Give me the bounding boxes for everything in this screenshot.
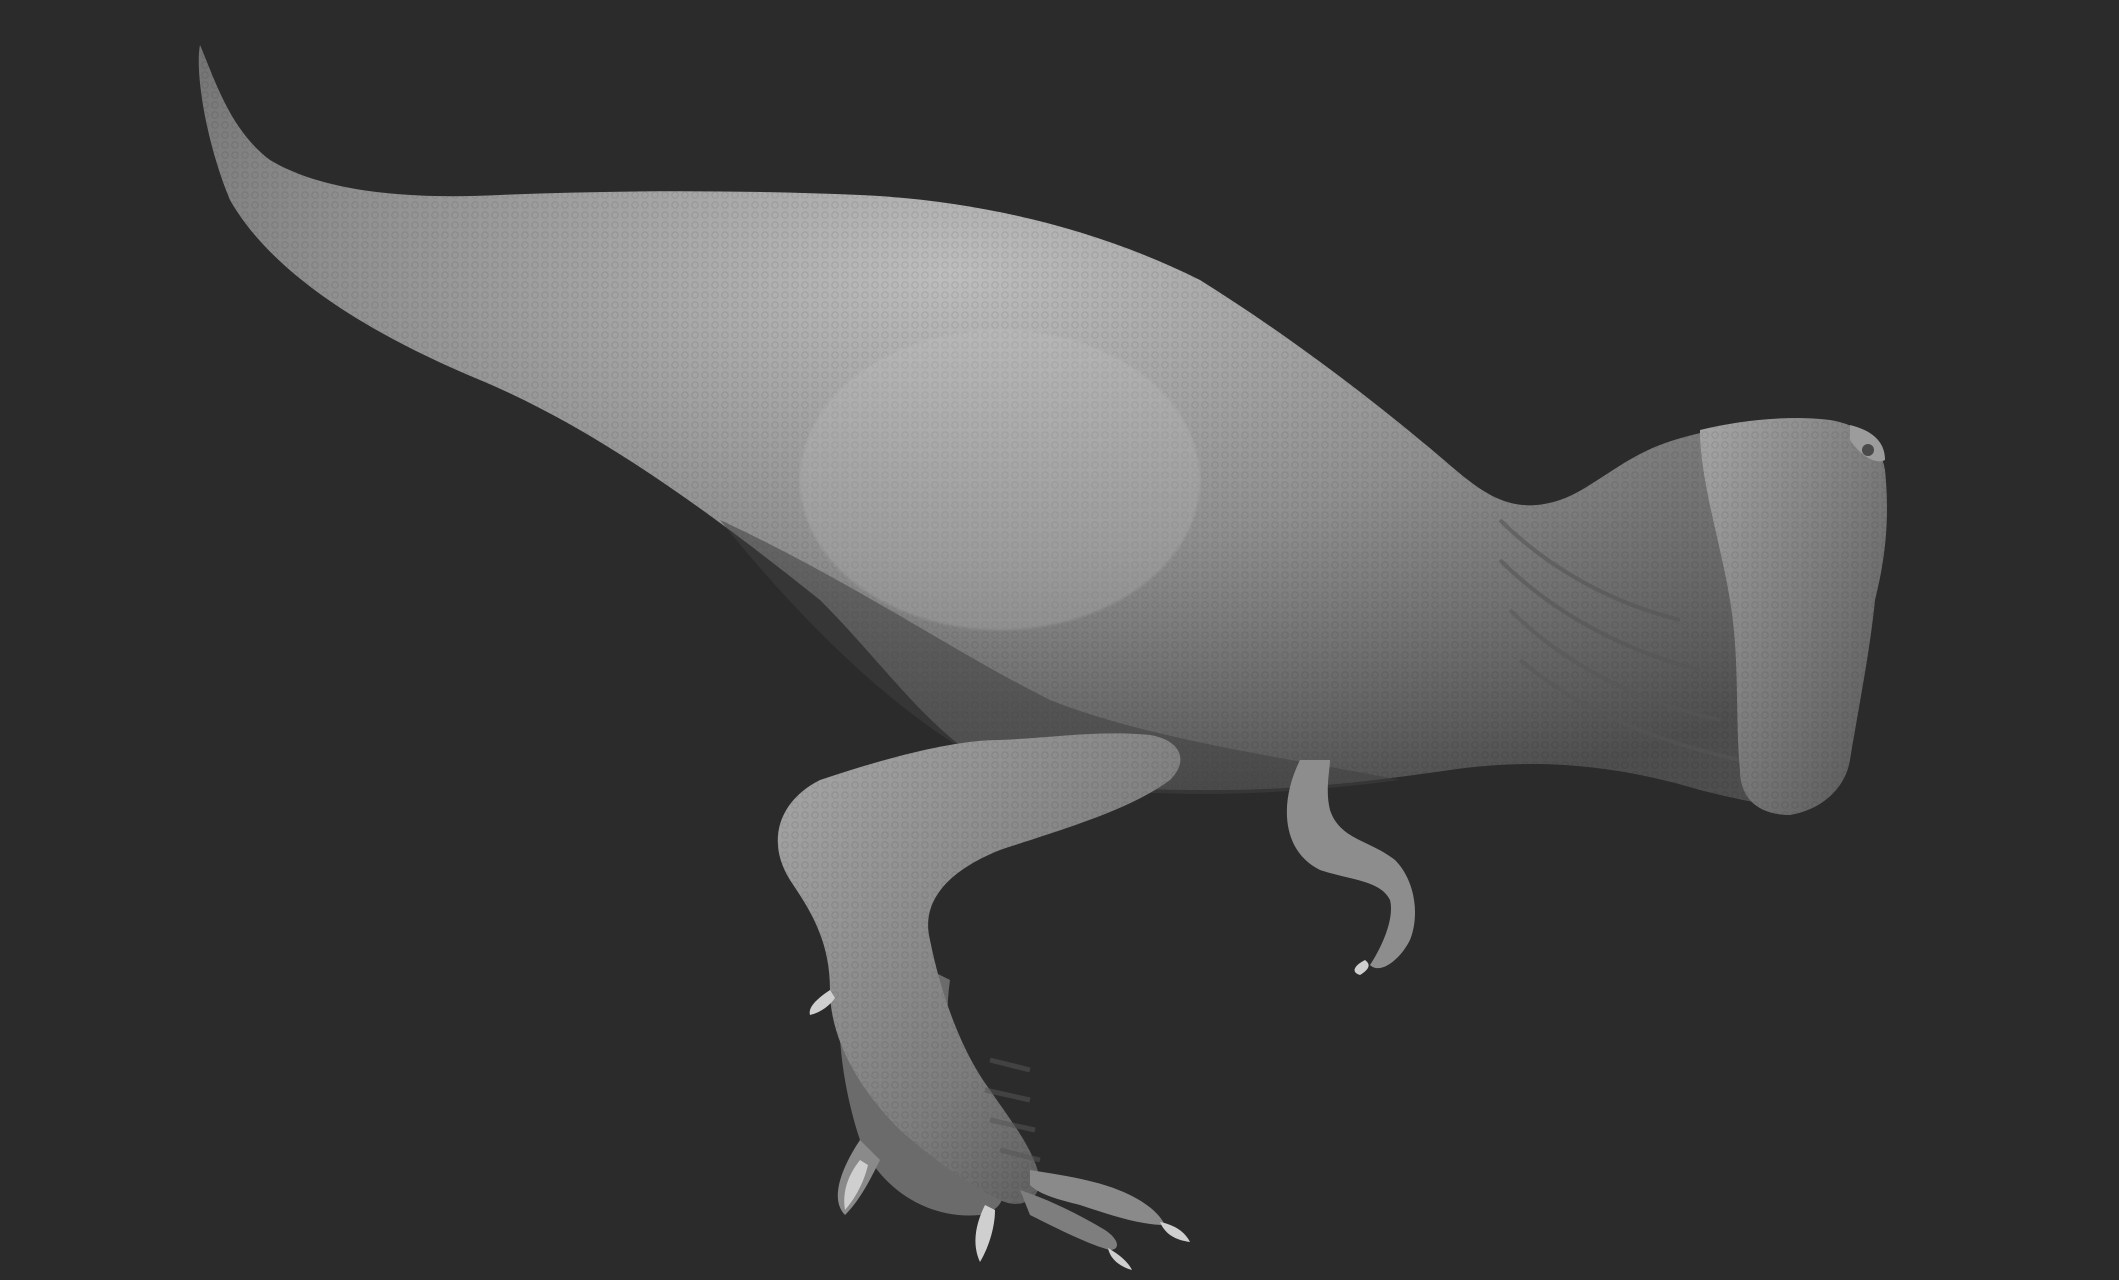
dinosaur-sculpt-icon bbox=[198, 45, 1887, 1270]
arm bbox=[1286, 760, 1415, 975]
body bbox=[198, 45, 1873, 806]
sculpt-viewport bbox=[0, 0, 2119, 1280]
